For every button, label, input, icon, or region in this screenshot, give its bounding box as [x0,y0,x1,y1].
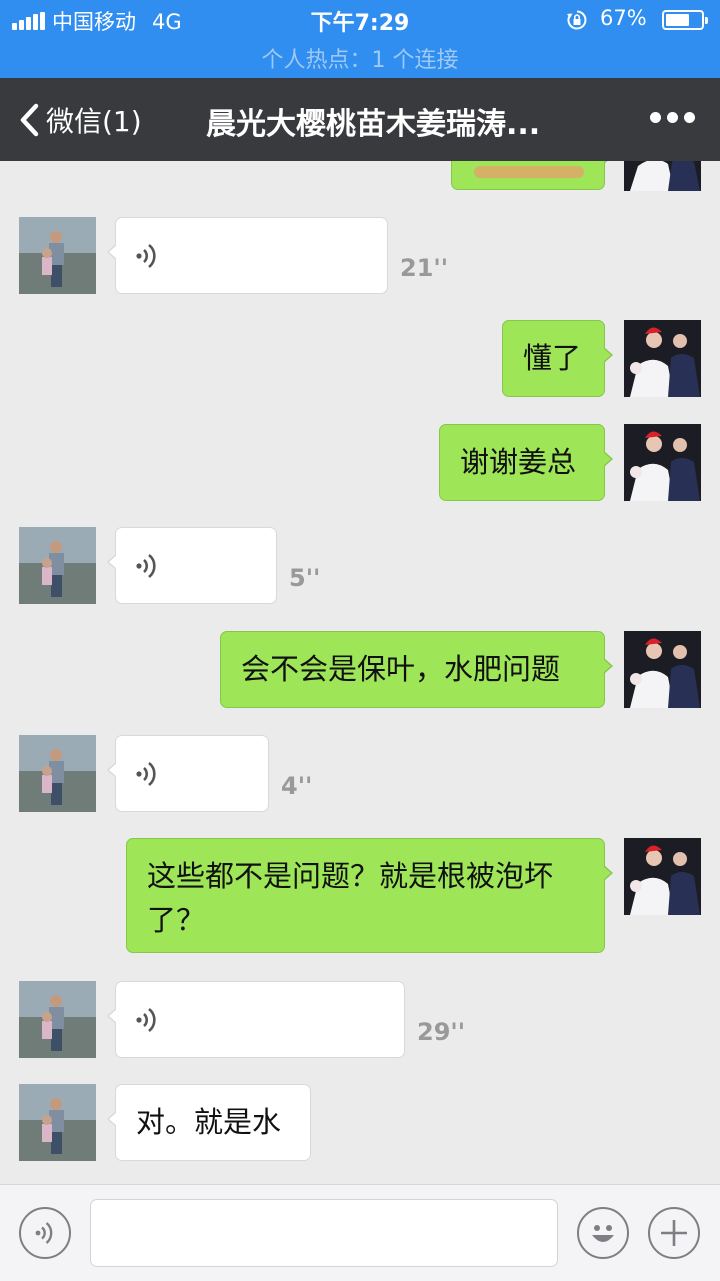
voice-input-button[interactable] [19,1207,71,1259]
voice-duration: 4'' [281,772,313,800]
chat-area[interactable]: 21'' 懂了 谢谢姜总 5'' 会不会是保叶，水肥问题 4'' 这些都不是问题… [0,161,720,1184]
rotation-lock-icon [567,10,587,30]
input-bar [0,1184,720,1281]
voice-icon [136,761,156,787]
message-text: 懂了 [523,341,582,375]
contact-avatar[interactable] [19,981,96,1058]
chevron-left-icon [20,103,39,137]
my-avatar[interactable] [624,631,701,708]
voice-message[interactable] [107,735,269,812]
message-text: 对。就是水 [136,1105,282,1139]
voice-icon [136,243,156,269]
message-text: 谢谢姜总 [460,445,577,479]
message-input[interactable] [90,1199,558,1267]
voice-message[interactable] [107,217,388,294]
back-button[interactable]: 微信(1) [18,100,142,140]
contact-avatar[interactable] [19,527,96,604]
previous-message-bubble[interactable] [451,161,613,190]
contact-avatar[interactable] [19,1084,96,1161]
message-bubble[interactable]: 懂了 [502,320,613,397]
nav-bar: 微信(1) 晨光大樱桃苗木姜瑞涛... [0,78,720,161]
voice-icon [136,1007,156,1033]
voice-icon [136,553,156,579]
hotspot-banner[interactable]: 个人热点：1 个连接 [0,42,720,74]
contact-avatar[interactable] [19,735,96,812]
message-bubble[interactable]: 谢谢姜总 [439,424,613,501]
emoji-button[interactable] [577,1207,629,1259]
voice-duration: 29'' [417,1018,466,1046]
my-avatar[interactable] [624,424,701,501]
message-text-line: 这些都不是问题？就是根被泡坏 [147,859,554,893]
my-avatar[interactable] [624,320,701,397]
voice-message[interactable] [107,527,277,604]
battery-icon [662,10,708,30]
chat-title: 晨光大樱桃苗木姜瑞涛... [206,107,541,142]
voice-duration: 21'' [400,254,449,282]
my-avatar[interactable] [624,161,701,191]
message-text: 这些都不是问题？就是根被泡坏 了？ [147,854,584,942]
voice-message[interactable] [107,981,405,1058]
message-text-line: 了？ [147,903,206,937]
plus-icon [661,1220,687,1246]
message-text: 会不会是保叶，水肥问题 [241,652,561,686]
my-avatar[interactable] [624,838,701,915]
voice-input-icon [35,1222,53,1244]
status-bar: 中国移动 4G 下午7:29 67% 个人热点：1 个连接 [0,0,720,78]
voice-duration: 5'' [289,564,321,592]
message-bubble[interactable]: 对。就是水 [107,1084,311,1161]
battery-percent: 67% [600,6,647,30]
plus-button[interactable] [648,1207,700,1259]
emoji-icon [592,1225,614,1242]
contact-avatar[interactable] [19,217,96,294]
back-label: 微信(1) [46,105,142,138]
more-icon[interactable] [650,112,696,126]
message-bubble[interactable]: 会不会是保叶，水肥问题 [220,631,613,708]
message-bubble[interactable]: 这些都不是问题？就是根被泡坏 了？ [126,838,613,953]
